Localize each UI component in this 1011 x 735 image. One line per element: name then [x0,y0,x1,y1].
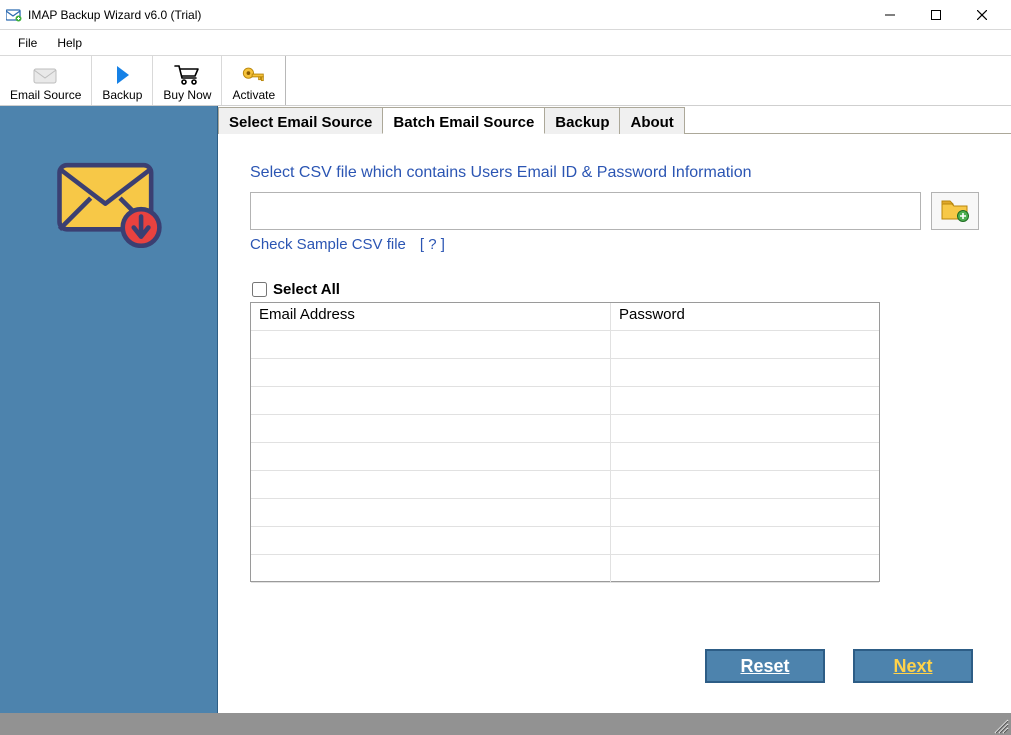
backup-icon [109,63,135,87]
instruction-text: Select CSV file which contains Users Ema… [250,164,979,182]
maximize-button[interactable] [913,0,959,30]
folder-add-icon [940,197,970,226]
accounts-grid[interactable]: Email Address Password [250,302,880,582]
grid-row[interactable] [251,359,879,387]
toolbar: Email Source Backup Buy Now [0,56,1011,106]
reset-button[interactable]: Reset [705,649,825,683]
tab-batch-email-source[interactable]: Batch Email Source [382,107,545,134]
column-email-address[interactable]: Email Address [251,303,611,331]
csv-path-input[interactable] [250,192,921,230]
close-button[interactable] [959,0,1005,30]
status-bar [0,713,1011,735]
grid-header-row: Email Address Password [251,303,879,331]
tool-backup-label: Backup [102,89,142,101]
grid-row[interactable] [251,331,879,359]
grid-row[interactable] [251,443,879,471]
minimize-button[interactable] [867,0,913,30]
next-button[interactable]: Next [853,649,973,683]
title-bar: IMAP Backup Wizard v6.0 (Trial) [0,0,1011,30]
grid-row[interactable] [251,387,879,415]
menu-file[interactable]: File [8,30,47,55]
window-title: IMAP Backup Wizard v6.0 (Trial) [28,8,201,22]
app-icon [6,7,22,23]
grid-row[interactable] [251,415,879,443]
email-source-icon [33,63,59,87]
resize-grip-icon[interactable] [989,714,1009,734]
select-all-label: Select All [273,281,340,298]
tool-email-source[interactable]: Email Source [0,56,92,105]
check-sample-csv-link[interactable]: Check Sample CSV file [250,236,406,253]
grid-row[interactable] [251,499,879,527]
tab-backup[interactable]: Backup [544,107,620,134]
column-password[interactable]: Password [611,303,879,331]
reset-button-label: Reset [740,656,789,677]
select-all-checkbox[interactable] [252,282,267,297]
main-area: Select Email Source Batch Email Source B… [218,106,1011,713]
buy-now-icon [174,63,200,87]
tab-select-email-source[interactable]: Select Email Source [218,107,383,134]
tool-activate[interactable]: Activate [222,56,286,105]
sidebar [0,106,218,713]
menu-help[interactable]: Help [47,30,92,55]
tool-email-source-label: Email Source [10,89,81,101]
next-button-label: Next [893,656,932,677]
tool-activate-label: Activate [232,89,275,101]
tool-buy-now[interactable]: Buy Now [153,56,222,105]
tab-about[interactable]: About [619,107,684,134]
csv-help-link[interactable]: [ ? ] [420,236,445,253]
envelope-download-icon [54,156,164,713]
grid-row[interactable] [251,555,879,583]
grid-row[interactable] [251,471,879,499]
menu-bar: File Help [0,30,1011,56]
activate-icon [241,63,267,87]
tool-buy-now-label: Buy Now [163,89,211,101]
grid-row[interactable] [251,527,879,555]
batch-email-source-panel: Select CSV file which contains Users Ema… [218,134,1011,713]
tool-backup[interactable]: Backup [92,56,153,105]
browse-csv-button[interactable] [931,192,979,230]
tabs: Select Email Source Batch Email Source B… [218,106,1011,134]
